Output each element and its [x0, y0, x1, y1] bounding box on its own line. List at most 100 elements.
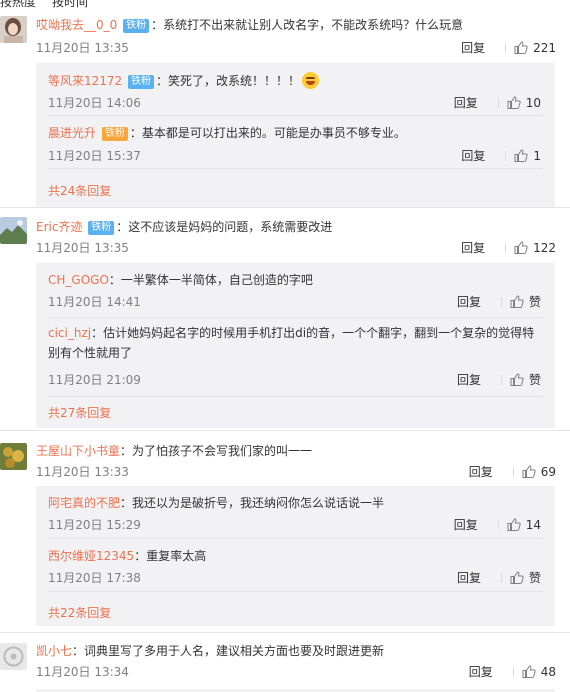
reply-button[interactable]: 回复 [461, 41, 485, 55]
more-replies-link[interactable]: 共27条回复 [48, 404, 111, 421]
reply-text: 基本都是可以打出来的。可能是办事员不够专业。 [141, 126, 406, 140]
reply-actions: 回复 14 [454, 518, 541, 532]
sort-tabs: 按热度 按时间 [0, 0, 570, 8]
colon: ： [120, 444, 133, 458]
tab-time[interactable]: 按时间 [52, 0, 88, 8]
like-count: 221 [533, 41, 556, 55]
username[interactable]: Eric齐迹 [36, 220, 82, 234]
reply-text: 一半繁体一半简体，自己创造的字吧 [120, 273, 313, 287]
thumbs-up-icon [507, 518, 521, 531]
divider [497, 520, 499, 530]
avatar-image [0, 443, 27, 470]
comment-line: 凯小七：词典里写了多用于人名，建议相关方面也要及时跟进更新 [36, 643, 384, 659]
divider [505, 151, 507, 161]
like-button[interactable]: 赞 [510, 295, 541, 309]
username[interactable]: 等风来12172 [48, 74, 122, 88]
like-count: 1 [533, 149, 541, 163]
like-button[interactable]: 14 [507, 518, 541, 532]
reply-line: 晨进光升 铁粉 ：基本都是可以打出来的。可能是办事员不够专业。 [48, 125, 406, 141]
like-button[interactable]: 69 [522, 465, 556, 479]
reply-line: 西尔维娅12345：重复率太高 [48, 548, 206, 564]
avatar[interactable] [0, 217, 27, 244]
avatar[interactable] [0, 16, 27, 43]
reply-actions: 回复 赞 [457, 295, 541, 309]
reply-line: 等风来12172 铁粉 ：笑死了，改系统！！！！ [48, 72, 320, 89]
fan-badge: 铁粉 [128, 75, 155, 89]
thumbs-up-icon [514, 241, 528, 254]
thumbs-up-icon [510, 373, 524, 386]
comment-line: Eric齐迹 铁粉 ：这不应该是妈妈的问题，系统需要改进 [36, 219, 332, 235]
thumbs-up-icon [510, 571, 524, 584]
username[interactable]: 西尔维娅12345 [48, 549, 134, 563]
reply-button[interactable]: 回复 [457, 373, 481, 387]
reply-button[interactable]: 回复 [461, 241, 485, 255]
divider [505, 43, 507, 53]
like-button[interactable]: 10 [507, 96, 541, 110]
fan-badge: 铁粉 [123, 19, 150, 33]
timestamp: 11月20日 15:37 [48, 149, 141, 163]
reply-actions: 回复 10 [454, 96, 541, 110]
username[interactable]: cici_hzj [48, 326, 91, 340]
username[interactable]: 晨进光升 [48, 126, 96, 140]
username[interactable]: 哎呦我去__0_0 [36, 18, 117, 32]
avatar-image [0, 643, 27, 670]
timestamp: 11月20日 21:09 [48, 373, 141, 387]
like-button[interactable]: 1 [514, 149, 541, 163]
more-replies-link[interactable]: 共24条回复 [48, 182, 111, 199]
timestamp: 11月20日 13:35 [36, 41, 129, 55]
more-replies-link[interactable]: 共22条回复 [48, 604, 111, 621]
reply-text: 我还以为是破折号，我还纳闷你怎么说话说一半 [132, 496, 385, 510]
reply-line: cici_hzj：估计她妈妈起名字的时候用手机打出di的音，一个个翻字，翻到一个… [48, 323, 543, 363]
timestamp: 11月20日 17:38 [48, 571, 141, 585]
timestamp: 11月20日 13:35 [36, 241, 129, 255]
timestamp: 11月20日 15:29 [48, 518, 141, 532]
avatar[interactable] [0, 443, 27, 470]
like-count: 赞 [528, 373, 541, 387]
like-count: 122 [533, 241, 556, 255]
comment-item: 凯小七：词典里写了多用于人名，建议相关方面也要及时跟进更新 11月20日 13:… [0, 633, 570, 692]
reply-list: CH_GOGO：一半繁体一半简体，自己创造的字吧 11月20日 14:41 回复… [36, 263, 555, 428]
reply-divider [48, 396, 543, 397]
like-button[interactable]: 赞 [510, 373, 541, 387]
divider [505, 243, 507, 253]
username[interactable]: 阿宅真的不肥 [48, 496, 120, 510]
colon: ： [134, 549, 147, 563]
like-button[interactable]: 122 [514, 241, 556, 255]
comment-actions: 回复 48 [469, 665, 556, 679]
reply-item: CH_GOGO：一半繁体一半简体，自己创造的字吧 11月20日 14:41 回复… [36, 263, 555, 318]
comment-actions: 回复 221 [461, 41, 556, 55]
divider [500, 375, 502, 385]
reply-line: CH_GOGO：一半繁体一半简体，自己创造的字吧 [48, 272, 313, 288]
comment-text: 系统打不出来就让别人改名字，不能改系统吗？什么玩意 [163, 18, 464, 32]
username[interactable]: 王屋山下小书童 [36, 444, 120, 458]
like-button[interactable]: 48 [522, 665, 556, 679]
username[interactable]: 凯小七 [36, 644, 72, 658]
comment-line: 王屋山下小书童：为了怕孩子不会写我们家的叫一一 [36, 443, 312, 459]
comment-text: 词典里写了多用于人名，建议相关方面也要及时跟进更新 [84, 644, 385, 658]
thumbs-up-icon [522, 665, 536, 678]
reply-button[interactable]: 回复 [457, 295, 481, 309]
reply-item: 等风来12172 铁粉 ：笑死了，改系统！！！！ 11月20日 14:06 回复 1… [36, 63, 555, 115]
like-button[interactable]: 221 [514, 41, 556, 55]
avatar-image [0, 217, 27, 244]
reply-divider [48, 168, 543, 169]
reply-button[interactable]: 回复 [454, 518, 478, 532]
tab-hot[interactable]: 按热度 [0, 0, 36, 8]
username[interactable]: CH_GOGO [48, 273, 109, 287]
reply-button[interactable]: 回复 [469, 465, 493, 479]
reply-text: 重复率太高 [146, 549, 207, 563]
colon: ： [116, 220, 129, 234]
reply-button[interactable]: 回复 [469, 665, 493, 679]
reply-item: 西尔维娅12345：重复率太高 11月20日 17:38 回复 赞 [36, 539, 555, 591]
reply-button[interactable]: 回复 [457, 571, 481, 585]
divider [512, 467, 514, 477]
avatar[interactable] [0, 643, 27, 670]
fan-badge: 铁粉 [101, 127, 128, 141]
like-button[interactable]: 赞 [510, 571, 541, 585]
reply-actions: 回复 赞 [457, 373, 541, 387]
comment-line: 哎呦我去__0_0 铁粉 ：系统打不出来就让别人改名字，不能改系统吗？什么玩意 [36, 17, 463, 33]
reply-button[interactable]: 回复 [454, 96, 478, 110]
colon: ： [120, 496, 133, 510]
reply-list: 等风来12172 铁粉 ：笑死了，改系统！！！！ 11月20日 14:06 回复 1… [36, 63, 555, 208]
reply-button[interactable]: 回复 [461, 149, 485, 163]
